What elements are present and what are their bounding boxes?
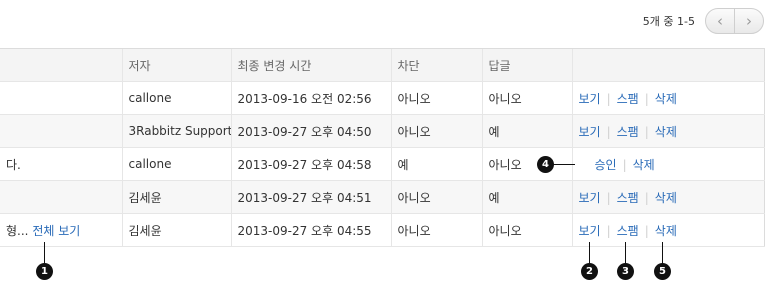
pagination-buttons: ‹ ›: [705, 8, 764, 34]
cell-actions: 승인 | 삭제: [571, 147, 765, 181]
table-row: 다. callone 2013-09-27 오후 04:58 예 아니오 승인 |…: [0, 147, 765, 181]
column-header-author: 저자: [121, 48, 231, 82]
pagination-info: 5개 중 1-5: [642, 15, 695, 28]
column-header-actions: [571, 48, 765, 82]
cell-content: 형... 전체 보기: [0, 213, 122, 247]
table-row: 김세윤 2013-09-27 오후 04:51 아니오 예 보기 | 스팸 | 삭제: [0, 180, 765, 214]
action-separator: |: [644, 190, 649, 205]
action-separator: |: [606, 223, 611, 238]
action-separator: |: [606, 124, 611, 139]
chevron-right-icon: ›: [746, 12, 752, 30]
content-text: 형...: [6, 223, 29, 238]
callout-line: [44, 242, 45, 264]
table-row: callone 2013-09-16 오전 02:56 아니오 아니오 보기 | 스…: [0, 81, 765, 115]
cell-actions: 보기 | 스팸 | 삭제: [571, 180, 765, 214]
approve-link[interactable]: 승인: [595, 158, 617, 172]
delete-link[interactable]: 삭제: [655, 224, 677, 238]
chevron-left-icon: ‹: [717, 12, 723, 30]
view-link[interactable]: 보기: [579, 224, 601, 238]
delete-link[interactable]: 삭제: [633, 158, 655, 172]
cell-content: 다.: [0, 147, 122, 181]
cell-modified: 2013-09-16 오전 02:56: [230, 81, 391, 115]
cell-content: [0, 81, 122, 115]
callout-marker-4: 4: [537, 156, 554, 173]
view-link[interactable]: 보기: [579, 191, 601, 205]
column-header-reply: 답글: [481, 48, 572, 82]
cell-author: 3Rabbitz Support: [121, 114, 231, 148]
view-link[interactable]: 보기: [579, 92, 601, 106]
table-row: 형... 전체 보기 김세윤 2013-09-27 오후 04:55 아니오 아…: [0, 213, 765, 247]
view-full-link[interactable]: 전체 보기: [32, 224, 80, 238]
callout-marker-3: 3: [617, 263, 634, 280]
column-header-content: [0, 48, 122, 82]
cell-reply: 아니오: [481, 213, 572, 247]
callout-line: [589, 242, 590, 264]
action-separator: |: [622, 157, 627, 172]
cell-actions: 보기 | 스팸 | 삭제: [571, 114, 765, 148]
table-header-row: 저자 최종 변경 시간 차단 답글: [0, 48, 765, 82]
column-header-blocked: 차단: [390, 48, 482, 82]
spam-link[interactable]: 스팸: [617, 125, 639, 139]
cell-author: callone: [121, 147, 231, 181]
cell-actions: 보기 | 스팸 | 삭제: [571, 213, 765, 247]
callout-marker-2: 2: [581, 263, 598, 280]
spam-link[interactable]: 스팸: [617, 224, 639, 238]
cell-modified: 2013-09-27 오후 04:55: [230, 213, 391, 247]
pagination: 5개 중 1-5 ‹ ›: [643, 8, 764, 34]
cell-reply: 예: [481, 180, 572, 214]
spam-link[interactable]: 스팸: [617, 92, 639, 106]
cell-blocked: 아니오: [390, 180, 482, 214]
cell-content: [0, 180, 122, 214]
prev-page-button[interactable]: ‹: [706, 9, 734, 33]
action-separator: |: [644, 223, 649, 238]
cell-author: 김세윤: [121, 180, 231, 214]
next-page-button[interactable]: ›: [734, 9, 763, 33]
cell-actions: 보기 | 스팸 | 삭제: [571, 81, 765, 115]
callout-line: [625, 242, 626, 264]
cell-modified: 2013-09-27 오후 04:50: [230, 114, 391, 148]
cell-blocked: 아니오: [390, 213, 482, 247]
cell-author: callone: [121, 81, 231, 115]
table-row: 3Rabbitz Support 2013-09-27 오후 04:50 아니오…: [0, 114, 765, 148]
cell-reply: 아니오: [481, 81, 572, 115]
delete-link[interactable]: 삭제: [655, 191, 677, 205]
comments-table: 저자 최종 변경 시간 차단 답글 callone 2013-09-16 오전 …: [0, 48, 765, 247]
content-text: 다.: [6, 157, 21, 172]
cell-blocked: 예: [390, 147, 482, 181]
cell-blocked: 아니오: [390, 81, 482, 115]
action-separator: |: [644, 124, 649, 139]
action-separator: |: [606, 91, 611, 106]
callout-line: [662, 242, 663, 264]
spam-link[interactable]: 스팸: [617, 191, 639, 205]
action-separator: |: [644, 91, 649, 106]
cell-reply: 예: [481, 114, 572, 148]
cell-modified: 2013-09-27 오후 04:58: [230, 147, 391, 181]
column-header-modified: 최종 변경 시간: [230, 48, 391, 82]
cell-blocked: 아니오: [390, 114, 482, 148]
callout-marker-1: 1: [36, 263, 53, 280]
delete-link[interactable]: 삭제: [655, 92, 677, 106]
cell-modified: 2013-09-27 오후 04:51: [230, 180, 391, 214]
action-separator: |: [606, 190, 611, 205]
callout-line: [551, 164, 575, 165]
delete-link[interactable]: 삭제: [655, 125, 677, 139]
view-link[interactable]: 보기: [579, 125, 601, 139]
callout-marker-5: 5: [654, 263, 671, 280]
cell-author: 김세윤: [121, 213, 231, 247]
cell-content: [0, 114, 122, 148]
